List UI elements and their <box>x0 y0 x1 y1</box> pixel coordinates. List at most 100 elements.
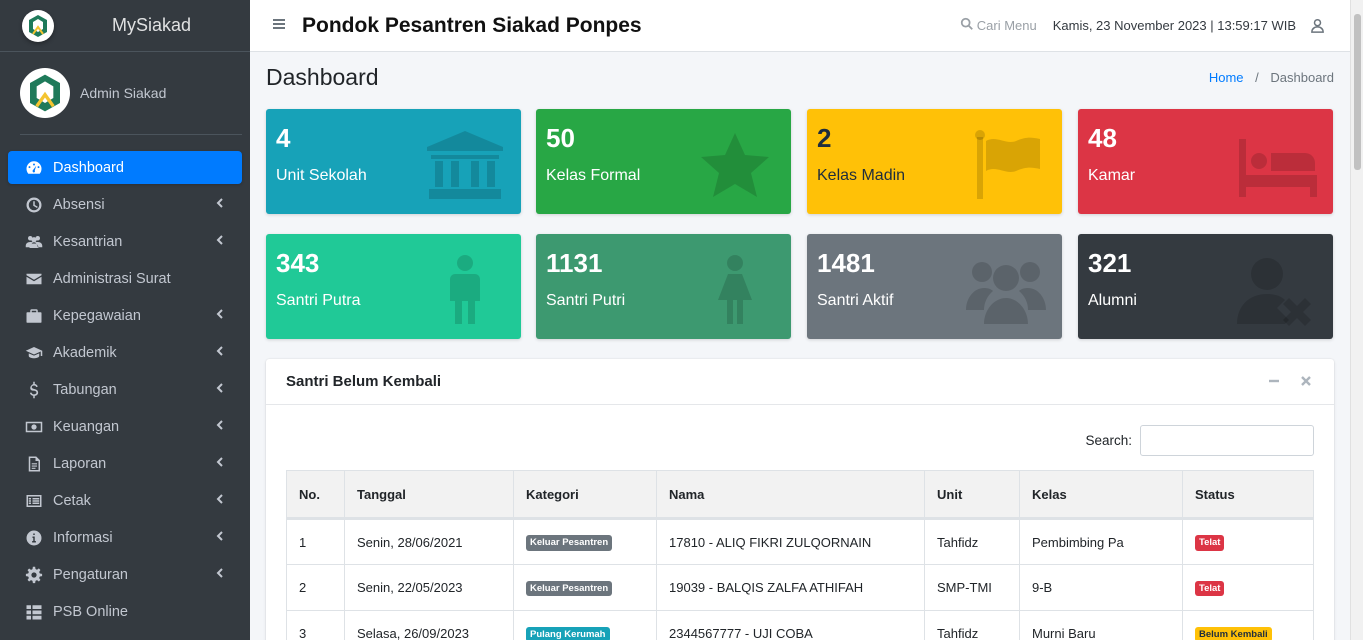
sidebar-item-label: Akademik <box>53 344 117 361</box>
site-title: Pondok Pesantren Siakad Ponpes <box>302 13 642 37</box>
bed-icon <box>1237 129 1317 201</box>
column-header-kategori[interactable]: Kategori <box>513 470 657 520</box>
stat-value: 2 <box>817 123 832 153</box>
content-header: Dashboard Home / Dashboard <box>266 60 1334 94</box>
stat-label: Kelas Madin <box>817 167 906 184</box>
brand[interactable]: MySiakad <box>0 0 250 52</box>
stat-label: Kelas Formal <box>546 167 641 184</box>
stat-box-unit-sekolah[interactable]: 4 Unit Sekolah <box>266 109 521 214</box>
stat-label: Alumni <box>1088 292 1137 309</box>
sidebar-item-tabungan[interactable]: Tabungan <box>8 373 242 406</box>
table-row[interactable]: 2 Senin, 22/05/2023 Keluar Pesantren 190… <box>286 564 1314 611</box>
cell-unit: SMP-TMI <box>924 564 1020 611</box>
stat-value: 1481 <box>817 248 875 278</box>
santri-belum-kembali-card: Santri Belum Kembali Search: No. Tanggal… <box>266 359 1334 640</box>
sidebar-item-label: Absensi <box>53 196 105 213</box>
search-menu-label: Cari Menu <box>976 18 1037 33</box>
briefcase-icon <box>24 306 44 326</box>
chevron-left-icon <box>214 382 228 396</box>
breadcrumb-home-link[interactable]: Home <box>1209 70 1244 85</box>
column-header-unit[interactable]: Unit <box>924 470 1020 520</box>
stat-box-santri-putri[interactable]: 1131 Santri Putri <box>536 234 791 339</box>
stat-box-kelas-madin[interactable]: 2 Kelas Madin <box>807 109 1062 214</box>
sidebar-item-akademik[interactable]: Akademik <box>8 336 242 369</box>
sidebar: MySiakad Admin Siakad Dashboard Absensi … <box>0 0 250 640</box>
column-header-no[interactable]: No. <box>286 470 345 520</box>
stat-box-santri-aktif[interactable]: 1481 Santri Aktif <box>807 234 1062 339</box>
collapse-button[interactable] <box>1268 374 1284 390</box>
cell-kelas: Pembimbing Pa <box>1019 518 1183 565</box>
stat-box-santri-putra[interactable]: 343 Santri Putra <box>266 234 521 339</box>
sidebar-item-kesantrian[interactable]: Kesantrian <box>8 225 242 258</box>
sidebar-item-dashboard[interactable]: Dashboard <box>8 151 242 184</box>
sidebar-item-label: Cetak <box>53 492 91 509</box>
top-header: Pondok Pesantren Siakad Ponpes Cari Menu… <box>250 0 1350 52</box>
sidebar-item-cetak[interactable]: Cetak <box>8 484 242 517</box>
sidebar-item-label: Kepegawaian <box>53 307 141 324</box>
stat-label: Santri Putra <box>276 292 361 309</box>
sidebar-item-label: Kesantrian <box>53 233 123 250</box>
table-header-row: No. Tanggal Kategori Nama Unit Kelas Sta… <box>286 470 1314 520</box>
status-badge: Telat <box>1195 535 1225 551</box>
table-row[interactable]: 1 Senin, 28/06/2021 Keluar Pesantren 178… <box>286 518 1314 565</box>
sidebar-item-administrasi-surat[interactable]: Administrasi Surat <box>8 262 242 295</box>
tachometer-icon <box>24 158 44 178</box>
sidebar-item-label: Laporan <box>53 455 107 472</box>
stat-value: 321 <box>1088 248 1132 278</box>
stat-box-kelas-formal[interactable]: 50 Kelas Formal <box>536 109 791 214</box>
file-icon <box>24 454 44 474</box>
cog-icon <box>24 565 44 585</box>
cell-status: Telat <box>1182 564 1314 611</box>
stat-label: Santri Aktif <box>817 292 894 309</box>
cell-nama: 17810 - ALIQ FIKRI ZULQORNAIN <box>656 518 925 565</box>
sidebar-item-laporan[interactable]: Laporan <box>8 447 242 480</box>
breadcrumb-current: Dashboard <box>1270 69 1334 85</box>
sidebar-item-pengaturan[interactable]: Pengaturan <box>8 558 242 591</box>
sidebar-item-label: Dashboard <box>53 159 124 176</box>
cell-no: 3 <box>286 610 345 640</box>
table-search: Search: <box>1085 425 1314 456</box>
cell-tanggal: Selasa, 26/09/2023 <box>344 610 514 640</box>
cell-unit: Tahfidz <box>924 610 1020 640</box>
remove-button[interactable] <box>1300 374 1316 390</box>
hamburger-menu-icon[interactable] <box>272 17 290 35</box>
table-row[interactable]: 3 Selasa, 26/09/2023 Pulang Kerumah 2344… <box>286 610 1314 640</box>
cell-status: Belum Kembali <box>1182 610 1314 640</box>
header-right: Cari Menu Kamis, 23 November 2023 | 13:5… <box>960 17 1350 34</box>
page-scrollbar[interactable] <box>1350 0 1363 640</box>
sidebar-item-psb-online[interactable]: PSB Online <box>8 595 242 628</box>
cell-tanggal: Senin, 22/05/2023 <box>344 564 514 611</box>
stat-box-kamar[interactable]: 48 Kamar <box>1078 109 1333 214</box>
breadcrumb-separator: / <box>1255 69 1259 85</box>
column-header-kelas[interactable]: Kelas <box>1019 470 1183 520</box>
user-panel[interactable]: Admin Siakad <box>20 52 242 135</box>
avatar <box>20 68 70 118</box>
stat-box-alumni[interactable]: 321 Alumni <box>1078 234 1333 339</box>
money-bill-icon <box>24 417 44 437</box>
sidebar-item-label: Tabungan <box>53 381 117 398</box>
column-header-nama[interactable]: Nama <box>656 470 925 520</box>
stat-label: Unit Sekolah <box>276 167 367 184</box>
card-header: Santri Belum Kembali <box>266 359 1334 405</box>
sidebar-item-label: PSB Online <box>53 603 128 620</box>
search-input[interactable] <box>1140 425 1314 456</box>
sidebar-item-kepegawaian[interactable]: Kepegawaian <box>8 299 242 332</box>
chevron-left-icon <box>214 197 228 211</box>
cell-no: 1 <box>286 518 345 565</box>
column-header-tanggal[interactable]: Tanggal <box>344 470 514 520</box>
sidebar-item-label: Pengaturan <box>53 566 128 583</box>
user-icon[interactable] <box>1310 18 1326 34</box>
dollar-icon <box>24 380 44 400</box>
search-icon <box>960 17 977 34</box>
sidebar-item-label: Administrasi Surat <box>53 270 171 287</box>
sidebar-item-informasi[interactable]: Informasi <box>8 521 242 554</box>
column-header-status[interactable]: Status <box>1182 470 1314 520</box>
breadcrumb: Home / Dashboard <box>1209 70 1334 85</box>
sidebar-item-keuangan[interactable]: Keuangan <box>8 410 242 443</box>
search-menu-button[interactable]: Cari Menu <box>960 17 1037 34</box>
sidebar-item-absensi[interactable]: Absensi <box>8 188 242 221</box>
brand-logo-icon <box>22 9 54 42</box>
scrollbar-thumb[interactable] <box>1354 14 1361 170</box>
list-alt-icon <box>24 491 44 511</box>
cell-status: Telat <box>1182 518 1314 565</box>
